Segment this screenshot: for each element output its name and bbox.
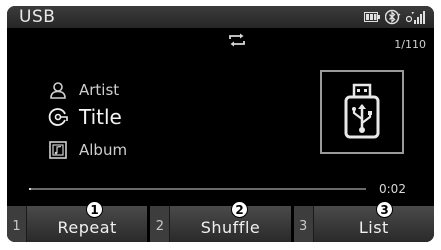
list-button[interactable]: 3 List [293, 206, 434, 242]
shuffle-label: Shuffle [200, 217, 261, 237]
screen: USB 1/110 Artist Title Album 0:02 1 Repe… [7, 6, 434, 242]
list-label: List [358, 217, 389, 237]
softkey-number: 1 [7, 206, 27, 242]
shuffle-button[interactable]: 2 Shuffle [150, 206, 291, 242]
signal-icon [406, 11, 425, 24]
progress-fill [29, 188, 31, 190]
repeat-icon [229, 33, 245, 47]
person-icon [47, 79, 69, 101]
softkey-number: 2 [150, 206, 171, 242]
status-bar [364, 9, 426, 25]
artist-label: Artist [79, 81, 120, 99]
album-row: Album [47, 139, 127, 161]
title-row: Title [47, 105, 122, 129]
album-art [320, 70, 404, 154]
album-label: Album [79, 141, 128, 159]
repeat-label: Repeat [57, 217, 117, 237]
callout-marker: 1 [86, 201, 103, 218]
bluetooth-icon [385, 9, 401, 25]
track-counter: 1/110 [394, 38, 426, 51]
artist-row: Artist [47, 79, 119, 101]
usb-icon [344, 83, 380, 139]
repeat-button[interactable]: 1 Repeat [7, 206, 148, 242]
softkey-number: 3 [293, 206, 314, 242]
battery-icon [364, 12, 380, 22]
softkey-bar: 1 Repeat 2 Shuffle 3 List [7, 206, 434, 242]
progress-bar[interactable] [29, 188, 366, 190]
source-title: USB [19, 7, 56, 27]
album-icon [47, 139, 69, 161]
callout-marker: 3 [376, 201, 393, 218]
title-label: Title [79, 105, 122, 129]
title-bar: USB [7, 6, 434, 28]
callout-marker: 2 [231, 201, 248, 218]
elapsed-time: 0:02 [379, 182, 406, 196]
disc-icon [47, 106, 69, 128]
